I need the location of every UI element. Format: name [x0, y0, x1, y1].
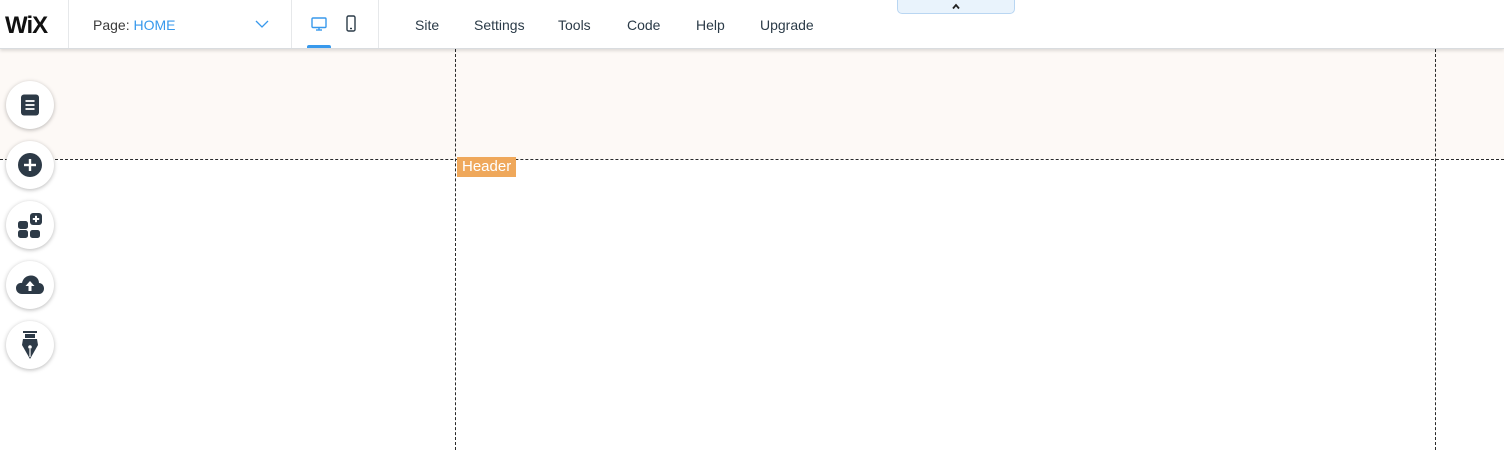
wix-logo[interactable]: WiX: [5, 10, 57, 38]
apps-add-icon: [18, 213, 42, 238]
header-section-label[interactable]: Header: [457, 157, 517, 177]
menu-help[interactable]: Help: [696, 17, 725, 33]
wix-logo-icon: WiX: [5, 12, 49, 36]
header-section[interactable]: [0, 49, 1504, 159]
logo-text: WiX: [5, 12, 48, 36]
mobile-view-button[interactable]: [334, 0, 368, 48]
menu-settings[interactable]: Settings: [474, 17, 525, 33]
site-design-button[interactable]: [6, 321, 54, 369]
header-bottom-guide: [0, 159, 1504, 160]
mobile-icon: [346, 15, 356, 32]
cloud-upload-icon: [16, 275, 44, 294]
upload-media-button[interactable]: [6, 261, 54, 309]
add-elements-button[interactable]: [6, 141, 54, 189]
menu-upgrade[interactable]: Upgrade: [760, 17, 814, 33]
divider: [378, 0, 379, 48]
desktop-icon: [311, 17, 327, 31]
menu-code[interactable]: Code: [627, 17, 660, 33]
add-apps-button[interactable]: [6, 201, 54, 249]
menu-site[interactable]: Site: [415, 17, 439, 33]
chevron-up-icon: [952, 3, 960, 9]
wix-editor: WiX Page: HOME Site Settings Tools Code …: [0, 0, 1504, 450]
menu-tools[interactable]: Tools: [558, 17, 591, 33]
pages-button[interactable]: [6, 81, 54, 129]
right-content-guide: [1435, 49, 1436, 450]
page-label-prefix: Page:: [93, 17, 130, 33]
current-page-name: HOME: [133, 17, 176, 33]
page-label: Page: HOME: [93, 17, 175, 33]
collapse-topbar-button[interactable]: [897, 0, 1015, 14]
left-content-guide: [455, 49, 456, 450]
chevron-down-icon: [255, 20, 269, 28]
top-bar: WiX Page: HOME Site Settings Tools Code …: [0, 0, 1504, 49]
plus-circle-icon: [18, 153, 42, 177]
divider: [291, 0, 292, 48]
pen-nib-icon: [22, 331, 38, 359]
pages-icon: [21, 94, 39, 116]
page-selector[interactable]: Page: HOME: [69, 0, 291, 48]
desktop-view-button[interactable]: [302, 0, 336, 48]
